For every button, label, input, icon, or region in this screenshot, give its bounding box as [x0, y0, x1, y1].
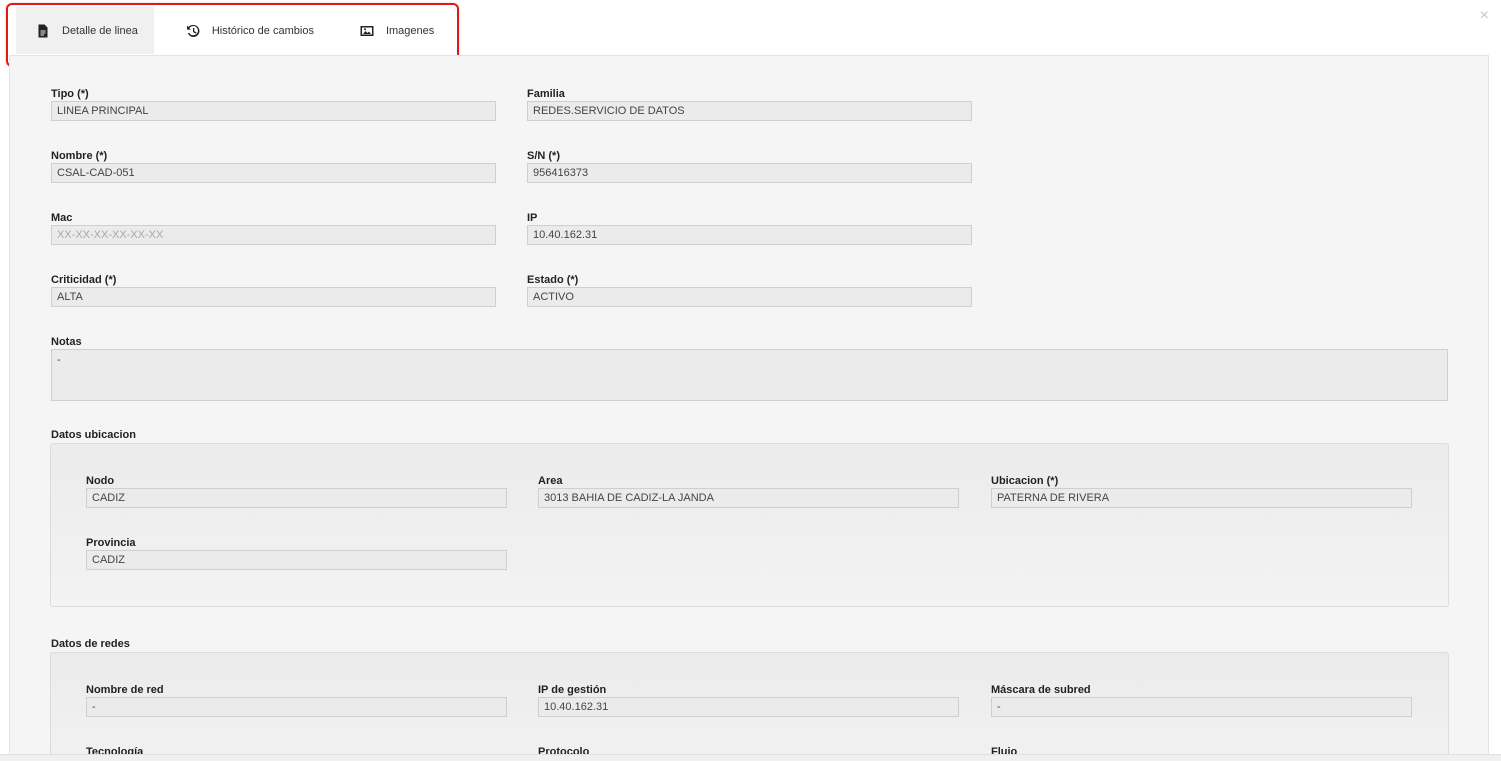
tipo-label: Tipo (*) — [51, 88, 89, 100]
ip-gestion-label: IP de gestión — [538, 684, 607, 696]
notas-field: Notas - — [51, 336, 1448, 401]
sn-label: S/N (*) — [527, 150, 560, 162]
ip-input[interactable]: 10.40.162.31 — [527, 225, 972, 245]
tab-label: Histórico de cambios — [211, 24, 314, 37]
provincia-label: Provincia — [86, 537, 136, 549]
estado-label: Estado (*) — [527, 274, 579, 286]
tab-bar: Detalle de linea Histórico de cambios Im… — [16, 7, 448, 54]
tab-label: Imagenes — [385, 24, 435, 37]
nodo-field: Nodo CADIZ — [86, 475, 507, 508]
ip-field: IP 10.40.162.31 — [527, 212, 972, 245]
nodo-input[interactable]: CADIZ — [86, 488, 507, 508]
provincia-field: Provincia CADIZ — [86, 537, 507, 570]
familia-label: Familia — [527, 88, 565, 100]
area-label: Area — [538, 475, 563, 487]
nombre-label: Nombre (*) — [51, 150, 108, 162]
image-icon — [360, 24, 374, 38]
tab-imagenes[interactable]: Imagenes — [340, 7, 448, 54]
close-button[interactable]: × — [1480, 8, 1489, 24]
nombre-input[interactable]: CSAL-CAD-051 — [51, 163, 496, 183]
mac-field: Mac XX-XX-XX-XX-XX-XX — [51, 212, 496, 245]
ip-gestion-field: IP de gestión 10.40.162.31 — [538, 684, 959, 717]
nodo-label: Nodo — [86, 475, 115, 487]
mascara-field: Máscara de subred - — [991, 684, 1412, 717]
criticidad-field: Criticidad (*) ALTA — [51, 274, 496, 307]
mac-label: Mac — [51, 212, 73, 224]
familia-field: Familia REDES.SERVICIO DE DATOS — [527, 88, 972, 121]
sn-input[interactable]: 956416373 — [527, 163, 972, 183]
horizontal-scrollbar[interactable] — [0, 754, 1501, 761]
nombre-red-field: Nombre de red - — [86, 684, 507, 717]
document-icon — [36, 24, 50, 38]
provincia-input[interactable]: CADIZ — [86, 550, 507, 570]
ip-label: IP — [527, 212, 538, 224]
notas-label: Notas — [51, 336, 82, 348]
datos-ubicacion-group — [50, 443, 1449, 607]
ubicacion-label: Ubicacion (*) — [991, 475, 1059, 487]
detail-panel: Tipo (*) LINEA PRINCIPAL Familia REDES.S… — [9, 55, 1489, 755]
area-field: Area 3013 BAHIA DE CADIZ-LA JANDA — [538, 475, 959, 508]
ubicacion-input[interactable]: PATERNA DE RIVERA — [991, 488, 1412, 508]
estado-input[interactable]: ACTIVO — [527, 287, 972, 307]
nombre-field: Nombre (*) CSAL-CAD-051 — [51, 150, 496, 183]
tab-label: Detalle de linea — [62, 24, 138, 37]
familia-input[interactable]: REDES.SERVICIO DE DATOS — [527, 101, 972, 121]
notas-textarea[interactable]: - — [51, 349, 1448, 401]
sn-field: S/N (*) 956416373 — [527, 150, 972, 183]
tab-detalle-de-linea[interactable]: Detalle de linea — [16, 7, 154, 54]
criticidad-label: Criticidad (*) — [51, 274, 117, 286]
datos-ubicacion-title: Datos ubicacion — [51, 429, 136, 441]
nombre-red-input[interactable]: - — [86, 697, 507, 717]
ubicacion-field: Ubicacion (*) PATERNA DE RIVERA — [991, 475, 1412, 508]
criticidad-input[interactable]: ALTA — [51, 287, 496, 307]
area-input[interactable]: 3013 BAHIA DE CADIZ-LA JANDA — [538, 488, 959, 508]
datos-redes-title: Datos de redes — [51, 638, 130, 650]
nombre-red-label: Nombre de red — [86, 684, 164, 696]
estado-field: Estado (*) ACTIVO — [527, 274, 972, 307]
mascara-input[interactable]: - — [991, 697, 1412, 717]
mascara-label: Máscara de subred — [991, 684, 1091, 696]
history-icon — [186, 24, 200, 38]
mac-input[interactable]: XX-XX-XX-XX-XX-XX — [51, 225, 496, 245]
ip-gestion-input[interactable]: 10.40.162.31 — [538, 697, 959, 717]
tipo-field: Tipo (*) LINEA PRINCIPAL — [51, 88, 496, 121]
tab-historico-de-cambios[interactable]: Histórico de cambios — [166, 7, 328, 54]
tipo-input[interactable]: LINEA PRINCIPAL — [51, 101, 496, 121]
